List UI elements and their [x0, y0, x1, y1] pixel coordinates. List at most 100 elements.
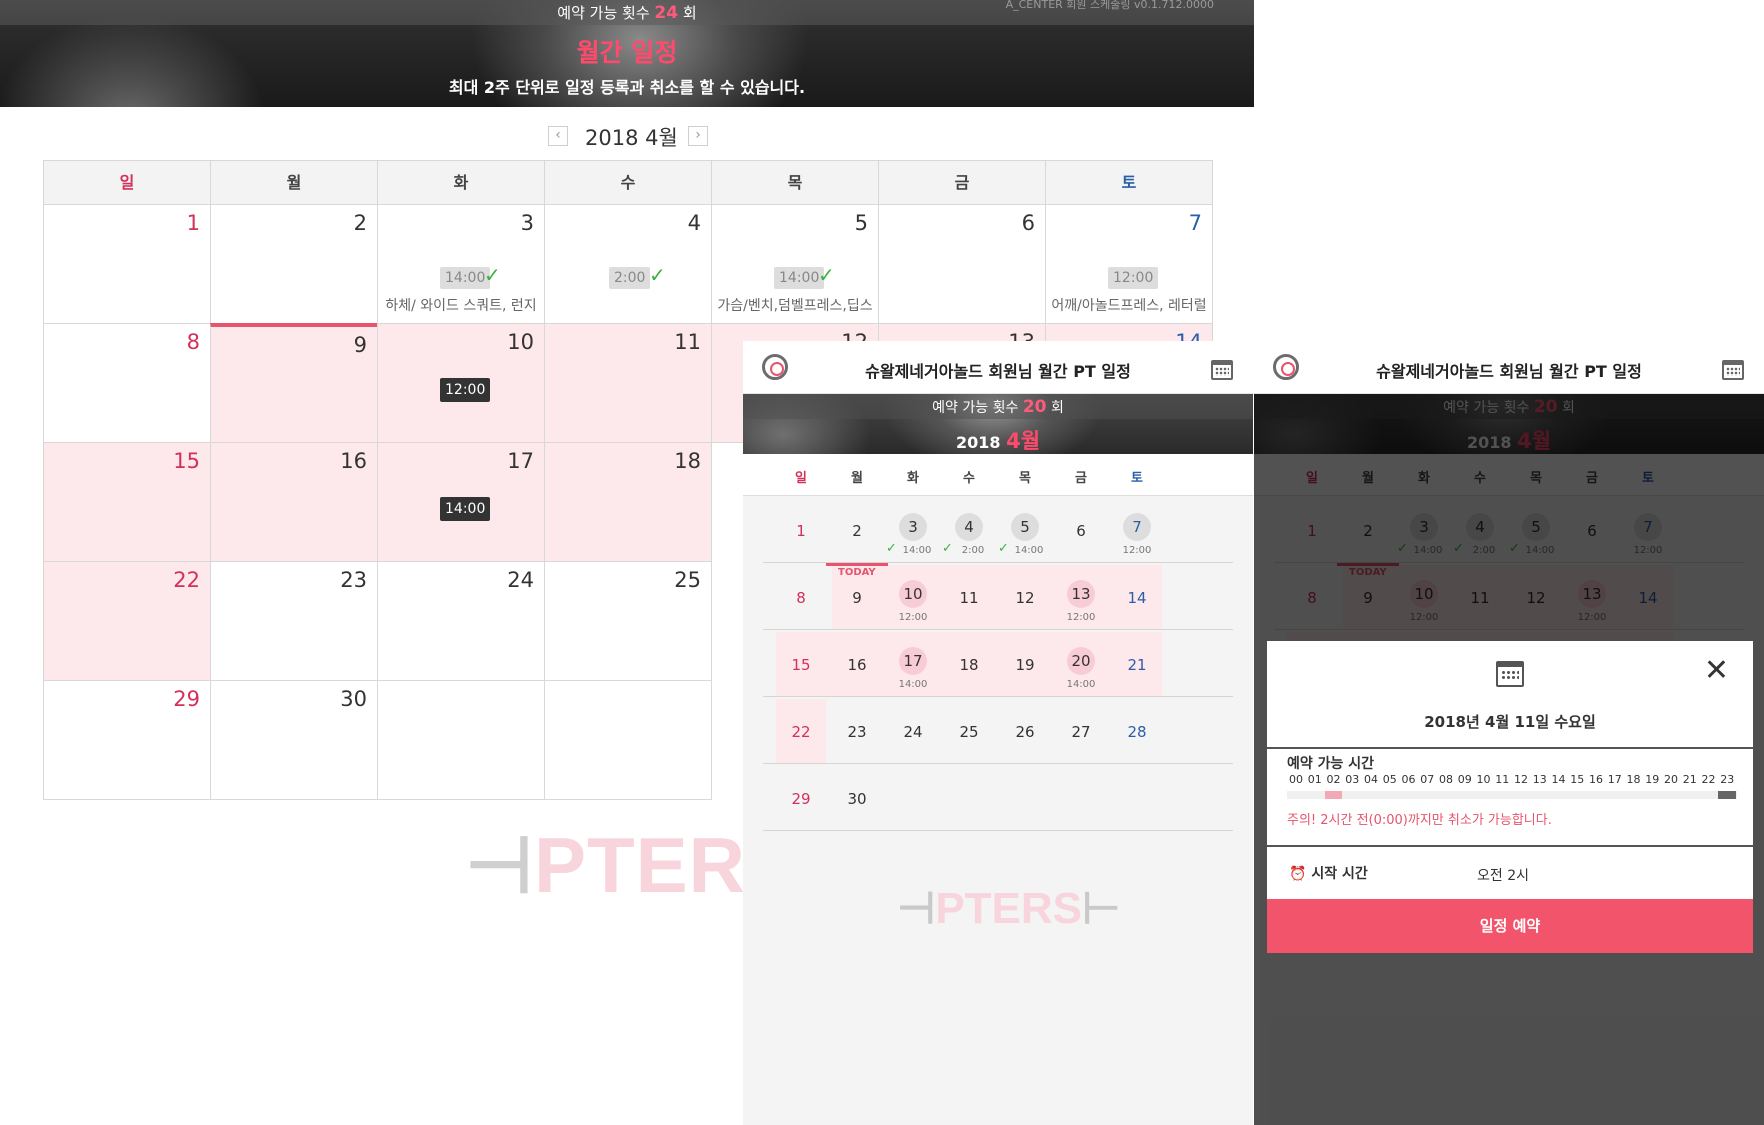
hour-label: 06	[1401, 773, 1416, 786]
calendar-icon[interactable]	[1211, 360, 1233, 380]
start-time-row[interactable]: ⏰ 시작 시간 오전 2시	[1267, 847, 1753, 901]
mobile-day-2[interactable]: 2	[837, 522, 877, 540]
hour-availability-bar[interactable]	[1287, 791, 1737, 799]
hour-slot[interactable]	[1680, 791, 1699, 799]
calendar-day-cell[interactable]: 11	[544, 323, 712, 443]
next-month-button[interactable]: ›	[688, 126, 708, 146]
mobile-day-29[interactable]: 29	[781, 790, 821, 808]
mobile-day-30[interactable]: 30	[837, 790, 877, 808]
calendar-icon[interactable]	[1722, 360, 1744, 380]
weekday-tue: 화	[907, 471, 919, 486]
day-number: 15	[173, 449, 200, 473]
mobile-day-11[interactable]: 11	[949, 589, 989, 607]
close-icon[interactable]: ✕	[1704, 653, 1729, 688]
reserve-button[interactable]: 일정 예약	[1267, 899, 1753, 953]
hour-slot[interactable]	[1418, 791, 1436, 799]
mobile-day-21[interactable]: 21	[1117, 656, 1157, 674]
calendar-day-cell[interactable]: 25	[544, 561, 712, 681]
mobile-day-12[interactable]: 12	[1005, 589, 1045, 607]
session-time-badge[interactable]: 12:00	[440, 378, 491, 402]
mobile-day-14[interactable]: 14	[1117, 589, 1157, 607]
start-time-value[interactable]: 오전 2시	[1477, 865, 1529, 885]
session-time-badge[interactable]: 14:00	[440, 267, 491, 289]
prev-month-button[interactable]: ‹	[548, 126, 568, 146]
mobile-day-23[interactable]: 23	[837, 723, 877, 741]
mobile-day-18[interactable]: 18	[949, 656, 989, 674]
hour-slot[interactable]	[1530, 791, 1549, 799]
calendar-day-cell[interactable]: 3 14:00 ✓ 하체/ 와이드 스쿼트, 런지	[377, 204, 545, 324]
hour-slot[interactable]	[1437, 791, 1455, 799]
mobile-day-5[interactable]: 5	[1005, 518, 1045, 536]
calendar-day-cell[interactable]: 30	[210, 680, 378, 800]
calendar-day-cell[interactable]: 7 12:00 어깨/아놀드프레스, 레터럴	[1045, 204, 1213, 324]
hour-slot[interactable]	[1343, 791, 1361, 799]
hour-slot[interactable]	[1287, 791, 1305, 799]
hour-slot[interactable]	[1362, 791, 1380, 799]
calendar-day-cell[interactable]: 10 12:00	[377, 323, 545, 443]
mobile-day-6[interactable]: 6	[1061, 522, 1101, 540]
hour-slot[interactable]	[1624, 791, 1643, 799]
available-time-label: 예약 가능 시간	[1287, 756, 1375, 772]
calendar-day-cell[interactable]: 4 2:00 ✓	[544, 204, 712, 324]
calendar-day-cell[interactable]: 6	[878, 204, 1046, 324]
hour-slot[interactable]	[1474, 791, 1493, 799]
mobile-day-3[interactable]: 3	[893, 518, 933, 536]
mobile-day-4[interactable]: 4	[949, 518, 989, 536]
session-time-badge[interactable]: 2:00	[609, 267, 651, 289]
calendar-day-cell[interactable]: 23	[210, 561, 378, 681]
hour-slot[interactable]	[1662, 791, 1680, 799]
mobile-day-22[interactable]: 22	[781, 723, 821, 741]
count-value: 20	[1022, 397, 1047, 417]
calendar-day-cell[interactable]: 29	[43, 680, 211, 800]
mobile-day-20[interactable]: 20	[1061, 652, 1101, 670]
mobile-day-7[interactable]: 7	[1117, 518, 1157, 536]
hour-slot[interactable]	[1305, 791, 1324, 799]
hour-slot[interactable]	[1718, 791, 1736, 799]
mobile-day-9[interactable]: 9	[837, 589, 877, 607]
calendar-day-cell[interactable]: 22	[43, 561, 211, 681]
session-time-badge[interactable]: 14:00	[774, 267, 825, 289]
hour-slot[interactable]	[1380, 791, 1399, 799]
mobile-day-28[interactable]: 28	[1117, 723, 1157, 741]
hour-slot[interactable]	[1455, 791, 1474, 799]
calendar-day-cell[interactable]: 5 14:00 ✓ 가슴/벤치,덤벨프레스,딥스	[711, 204, 879, 324]
session-time-badge[interactable]: 12:00	[1108, 267, 1159, 289]
hour-label: 02	[1326, 773, 1341, 786]
calendar-day-cell[interactable]: 17 14:00	[377, 442, 545, 562]
hour-slot[interactable]	[1605, 791, 1624, 799]
mobile-day-24[interactable]: 24	[893, 723, 933, 741]
weekday-header-sun: 일	[43, 160, 211, 205]
hour-slot[interactable]	[1699, 791, 1718, 799]
mobile-day-10[interactable]: 10	[893, 585, 933, 603]
calendar-day-cell[interactable]: 16	[210, 442, 378, 562]
mobile-day-17[interactable]: 17	[893, 652, 933, 670]
mobile-day-19[interactable]: 19	[1005, 656, 1045, 674]
mobile-day-15[interactable]: 15	[781, 656, 821, 674]
mobile-day-25[interactable]: 25	[949, 723, 989, 741]
hour-slot[interactable]	[1568, 791, 1586, 799]
calendar-day-cell[interactable]: 8	[43, 323, 211, 443]
session-time-badge[interactable]: 14:00	[440, 497, 491, 521]
weekday-sat: 토	[1131, 471, 1143, 486]
mobile-day-1[interactable]: 1	[781, 522, 821, 540]
hour-slot[interactable]	[1643, 791, 1661, 799]
mobile-day-16[interactable]: 16	[837, 656, 877, 674]
calendar-day-cell[interactable]: 18	[544, 442, 712, 562]
calendar-day-cell[interactable]: 2	[210, 204, 378, 324]
hour-slot[interactable]	[1549, 791, 1568, 799]
calendar-day-cell[interactable]: 15	[43, 442, 211, 562]
calendar-day-cell-today[interactable]: 9	[210, 323, 378, 443]
mobile-day-27[interactable]: 27	[1061, 723, 1101, 741]
mobile-day-13[interactable]: 13	[1061, 585, 1101, 603]
hour-slot[interactable]	[1324, 791, 1343, 799]
weekday-header-mon: 월	[210, 160, 378, 205]
day-number: 10	[507, 330, 534, 354]
mobile-day-26[interactable]: 26	[1005, 723, 1045, 741]
hour-slot[interactable]	[1493, 791, 1511, 799]
hour-slot[interactable]	[1587, 791, 1605, 799]
mobile-day-8[interactable]: 8	[781, 589, 821, 607]
hour-slot[interactable]	[1512, 791, 1530, 799]
hour-slot[interactable]	[1399, 791, 1418, 799]
calendar-day-cell[interactable]: 24	[377, 561, 545, 681]
calendar-day-cell[interactable]: 1	[43, 204, 211, 324]
